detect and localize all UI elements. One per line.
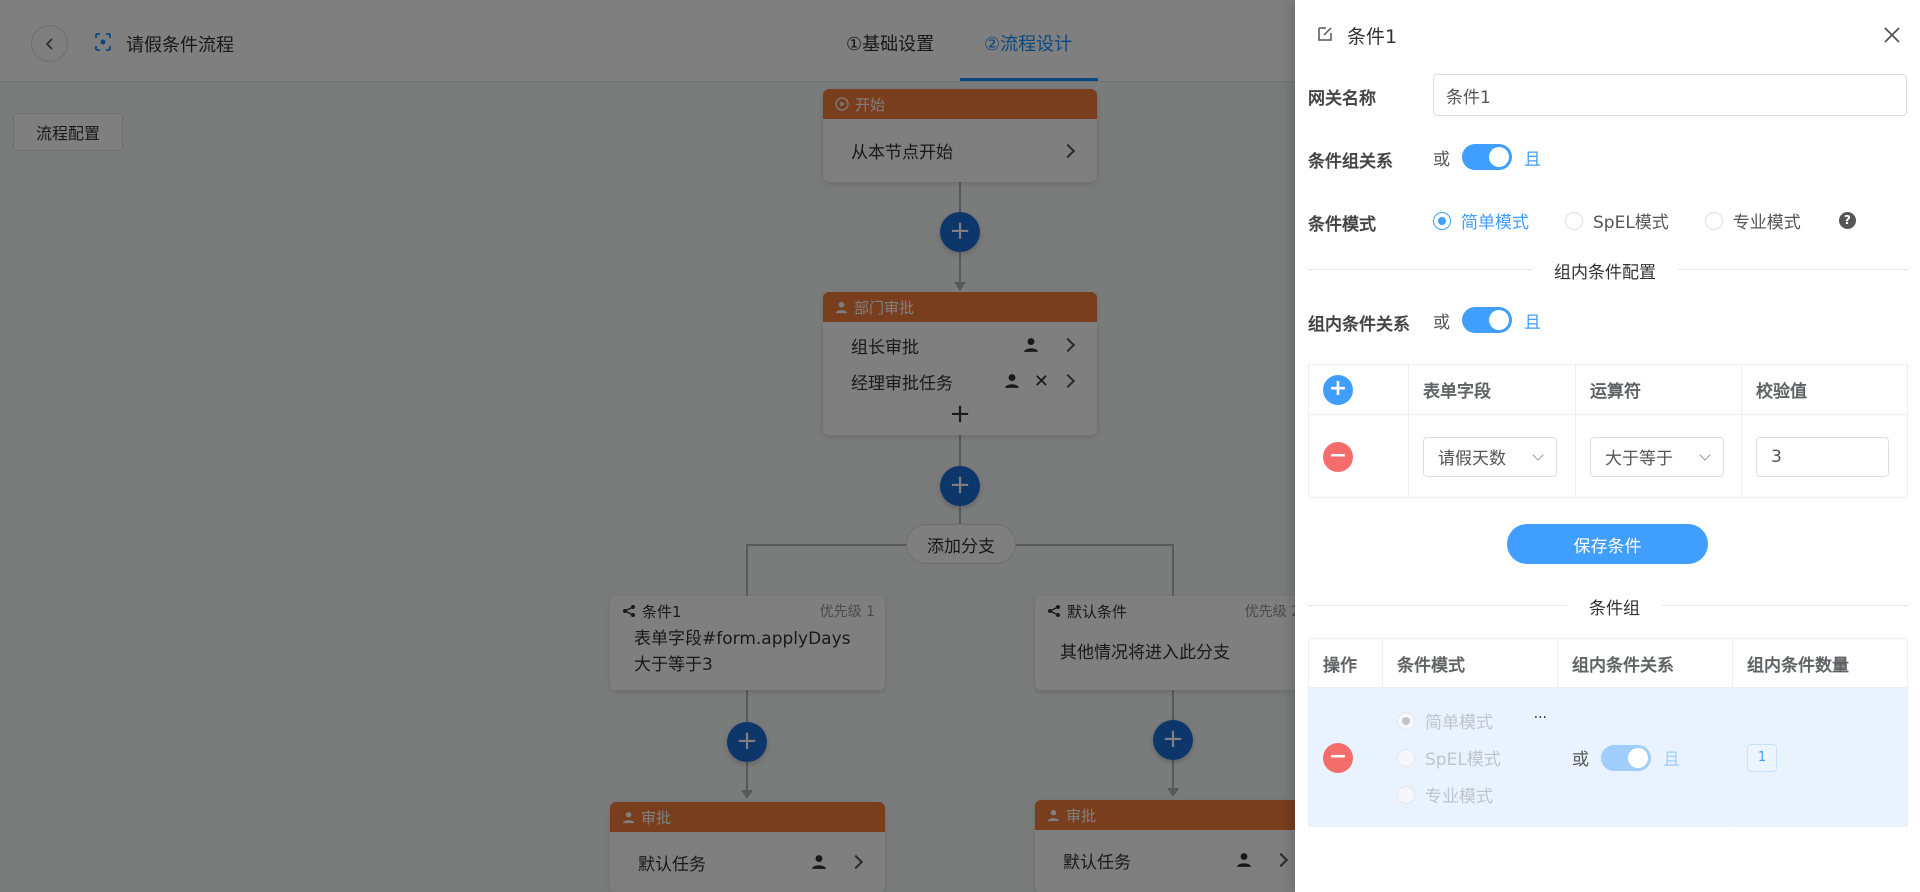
inner-relation-label: 组内条件关系 [1308, 315, 1410, 335]
gateway-name-label: 网关名称 [1308, 89, 1376, 109]
inner-config-divider: 组内条件配置 [1532, 258, 1678, 283]
table-row: − 请假天数 大于等于 3 [1309, 415, 1907, 498]
radio-label: 简单模式 [1461, 213, 1529, 233]
select-value: 大于等于 [1605, 449, 1673, 469]
inner-relation-switch-row: 或 且 [1433, 307, 1541, 333]
radio-spel-mode[interactable] [1565, 211, 1583, 230]
switch-and-label: 且 [1524, 312, 1541, 333]
switch-and-label: 且 [1524, 149, 1541, 170]
radio-label: SpEL模式 [1425, 750, 1501, 770]
switch-or-label: 或 [1572, 750, 1589, 770]
switch-or-label: 或 [1433, 149, 1450, 170]
select-value: 请假天数 [1438, 449, 1506, 469]
group-relation-label: 条件组关系 [1308, 152, 1393, 172]
column-header: 组内条件数量 [1733, 639, 1907, 688]
condition-mode-label: 条件模式 [1308, 215, 1376, 235]
column-header: 条件模式 [1383, 639, 1558, 688]
group-relation-switch-row: 或 且 [1433, 144, 1541, 170]
condition-drawer: 条件1 网关名称 条件1 条件组关系 或 且 条件模式 简单模式 SpEL模式 … [1295, 0, 1920, 892]
radio-label: SpEL模式 [1593, 213, 1669, 233]
table-header-row: 操作 条件模式 组内条件关系 组内条件数量 [1309, 639, 1907, 688]
condition-group-divider: 条件组 [1567, 594, 1662, 619]
column-header: 表单字段 [1409, 365, 1576, 415]
table-row[interactable]: − 简单模式 SpEL模式 专业模式 ... 或 且 1 [1309, 688, 1907, 827]
operator-select[interactable]: 大于等于 [1590, 436, 1724, 477]
switch-or-label: 或 [1433, 312, 1450, 333]
chevron-down-icon [1699, 448, 1711, 461]
condition-group-table: 操作 条件模式 组内条件关系 组内条件数量 − 简单模式 SpEL模式 专业模式… [1308, 638, 1908, 827]
radio-pro-mode[interactable] [1704, 211, 1723, 230]
radio-label: 简单模式 [1425, 713, 1493, 733]
condition-mode-radio-group: 简单模式 SpEL模式 专业模式 ? [1433, 208, 1856, 233]
ellipsis-indicator: ... [1533, 706, 1547, 722]
radio-spel-mode[interactable] [1397, 748, 1415, 767]
gateway-name-input[interactable]: 条件1 [1433, 74, 1907, 116]
group-inner-relation-switch[interactable] [1601, 744, 1651, 771]
save-condition-button[interactable]: 保存条件 [1507, 524, 1708, 564]
drawer-header: 条件1 [1295, 0, 1920, 70]
switch-and-label: 且 [1663, 750, 1680, 770]
inner-relation-switch[interactable] [1462, 307, 1512, 333]
form-field-select[interactable]: 请假天数 [1423, 436, 1557, 477]
radio-pro-mode[interactable] [1397, 785, 1415, 804]
column-header: 运算符 [1576, 365, 1742, 415]
chevron-down-icon [1532, 448, 1544, 461]
table-header-row: + 表单字段 运算符 校验值 [1309, 365, 1907, 415]
check-value-input[interactable]: 3 [1756, 436, 1889, 477]
radio-simple-mode[interactable] [1397, 711, 1415, 730]
column-header: 操作 [1309, 639, 1383, 688]
help-icon[interactable]: ? [1838, 212, 1856, 229]
radio-simple-mode[interactable] [1433, 211, 1451, 230]
remove-condition-button[interactable]: − [1323, 441, 1353, 472]
column-header: 校验值 [1742, 365, 1907, 415]
close-icon[interactable] [1881, 24, 1903, 46]
add-condition-button[interactable]: + [1323, 374, 1353, 405]
condition-count-badge: 1 [1747, 743, 1777, 772]
edit-icon [1318, 27, 1332, 41]
radio-label: 专业模式 [1732, 213, 1801, 233]
condition-table: + 表单字段 运算符 校验值 − 请假天数 大于等于 3 [1308, 364, 1908, 498]
remove-group-button[interactable]: − [1323, 742, 1353, 773]
column-header: 组内条件关系 [1558, 639, 1733, 688]
radio-label: 专业模式 [1425, 787, 1493, 807]
drawer-title: 条件1 [1347, 26, 1398, 48]
group-relation-switch[interactable] [1462, 144, 1512, 170]
